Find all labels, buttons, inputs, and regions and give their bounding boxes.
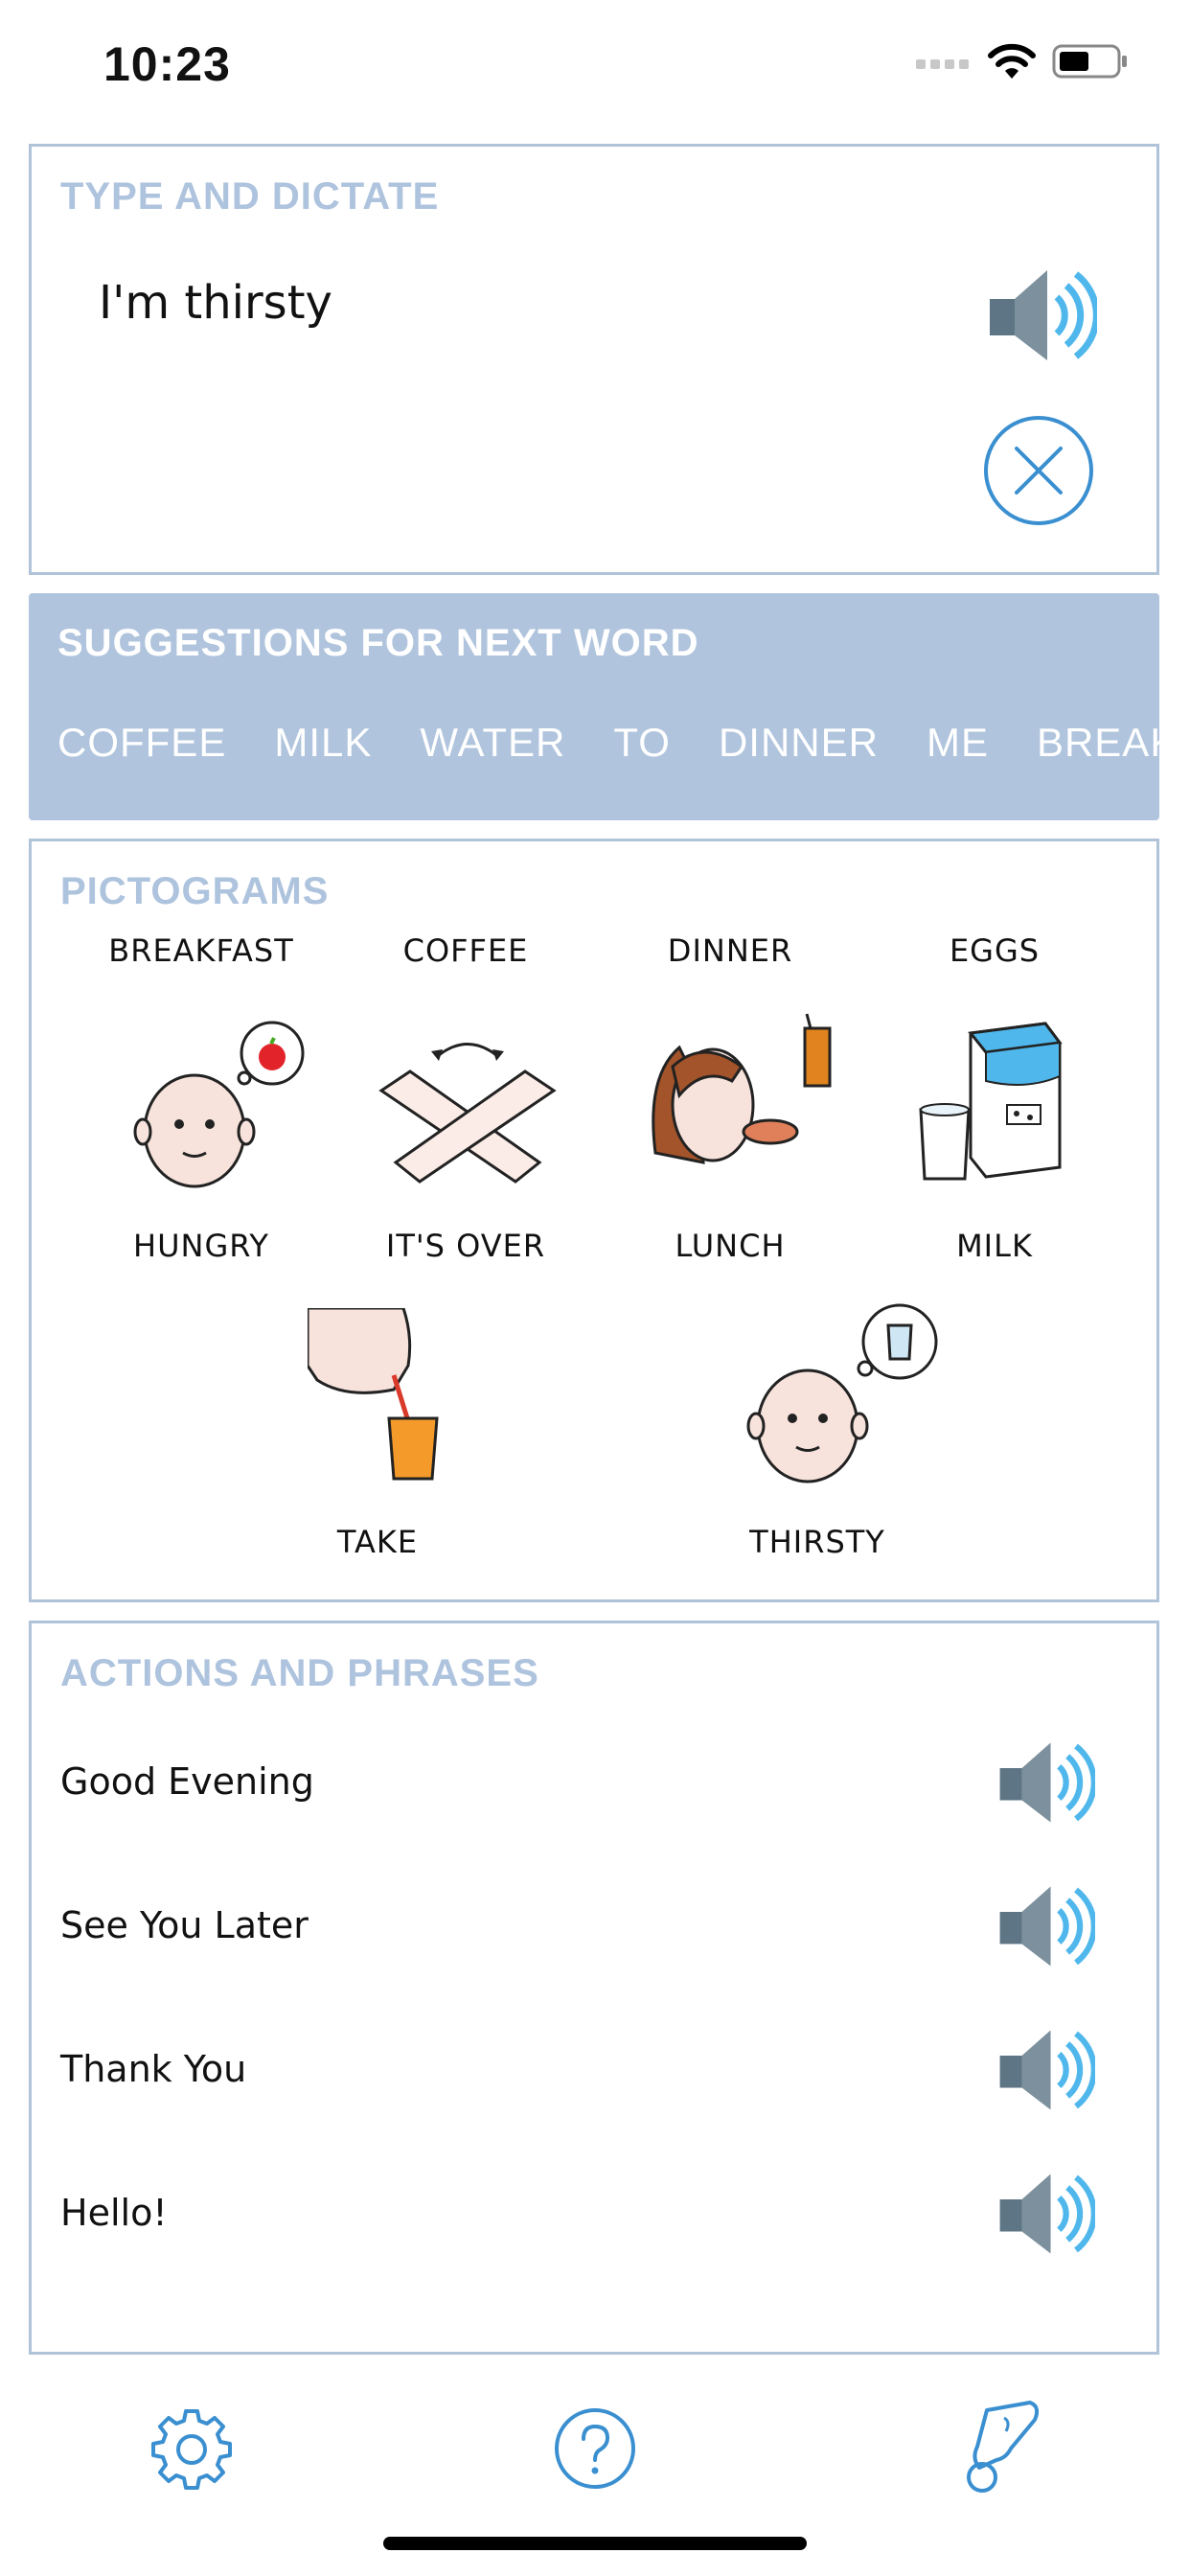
speaker-icon[interactable] (999, 1739, 1095, 1826)
phrase-label: Thank You (60, 2048, 247, 2090)
phrase-label: Good Evening (60, 1760, 314, 1803)
eating-person-icon[interactable] (636, 1009, 847, 1201)
suggestion-word[interactable]: TO (613, 720, 671, 766)
pictogram-take[interactable]: TAKE (253, 1524, 502, 1560)
suggestion-word[interactable]: MILK (274, 720, 372, 766)
speaker-icon[interactable] (999, 2171, 1095, 2257)
phrases-panel: ACTIONS AND PHRASES Good Evening See You… (29, 1621, 1159, 2355)
pictogram-dinner[interactable]: DINNER (606, 932, 855, 969)
status-time: 10:23 (103, 37, 231, 91)
wifi-icon (988, 43, 1036, 79)
pictogram-its-over[interactable]: IT'S OVER (341, 1228, 590, 1264)
pictogram-coffee[interactable]: COFFEE (341, 932, 590, 969)
home-indicator (383, 2537, 807, 2550)
pictogram-hungry[interactable]: HUNGRY (77, 1228, 326, 1264)
pictograms-title: PICTOGRAMS (60, 870, 330, 912)
pictogram-eggs[interactable]: EGGS (870, 932, 1119, 969)
suggestions-title: SUGGESTIONS FOR NEXT WORD (57, 622, 699, 664)
pictogram-milk[interactable]: MILK (870, 1228, 1119, 1264)
milk-carton-icon[interactable] (911, 1014, 1103, 1206)
suggestion-word[interactable]: BREAKF. (1037, 720, 1159, 766)
phrase-row[interactable]: Thank You (60, 2021, 1124, 2127)
crossed-arms-icon[interactable] (372, 1028, 563, 1196)
pictogram-lunch[interactable]: LUNCH (606, 1228, 855, 1264)
phrase-row[interactable]: Good Evening (60, 1734, 1124, 1839)
battery-icon (1052, 44, 1127, 79)
dictate-text-field[interactable]: I'm thirsty (99, 276, 332, 330)
phrase-label: See You Later (60, 1904, 309, 1946)
phrase-row[interactable]: See You Later (60, 1877, 1124, 1983)
cellular-signal-icon (916, 59, 969, 69)
quick-phrase-icon[interactable] (958, 2401, 1044, 2495)
pictogram-breakfast[interactable]: BREAKFAST (77, 932, 326, 969)
dictate-panel: TYPE AND DICTATE I'm thirsty (29, 144, 1159, 575)
suggestions-panel: SUGGESTIONS FOR NEXT WORD COFFEE MILK WA… (29, 593, 1159, 820)
speaker-icon[interactable] (999, 2027, 1095, 2113)
suggestion-word[interactable]: COFFEE (57, 720, 226, 766)
speaker-icon[interactable] (990, 266, 1097, 364)
dictate-title: TYPE AND DICTATE (60, 175, 440, 218)
suggestion-word[interactable]: ME (927, 720, 989, 766)
speaker-icon[interactable] (999, 1883, 1095, 1969)
drinking-straw-icon[interactable] (308, 1308, 461, 1490)
status-icons (916, 42, 1129, 80)
suggestions-list: COFFEE MILK WATER TO DINNER ME BREAKF. (57, 720, 1159, 766)
phrase-row[interactable]: Hello! (60, 2165, 1124, 2270)
suggestion-word[interactable]: WATER (420, 720, 565, 766)
thirsty-face-icon[interactable] (721, 1301, 951, 1503)
hungry-face-icon[interactable] (118, 1019, 309, 1210)
help-question-icon[interactable] (554, 2407, 636, 2490)
suggestion-word[interactable]: DINNER (719, 720, 879, 766)
close-circle-icon[interactable] (983, 415, 1094, 526)
pictogram-thirsty[interactable]: THIRSTY (693, 1524, 942, 1560)
pictograms-panel: PICTOGRAMS BREAKFAST COFFEE DINNER EGGS (29, 839, 1159, 1602)
phrase-label: Hello! (60, 2192, 168, 2234)
phrases-title: ACTIONS AND PHRASES (60, 1652, 539, 1694)
settings-gear-icon[interactable] (149, 2407, 234, 2492)
